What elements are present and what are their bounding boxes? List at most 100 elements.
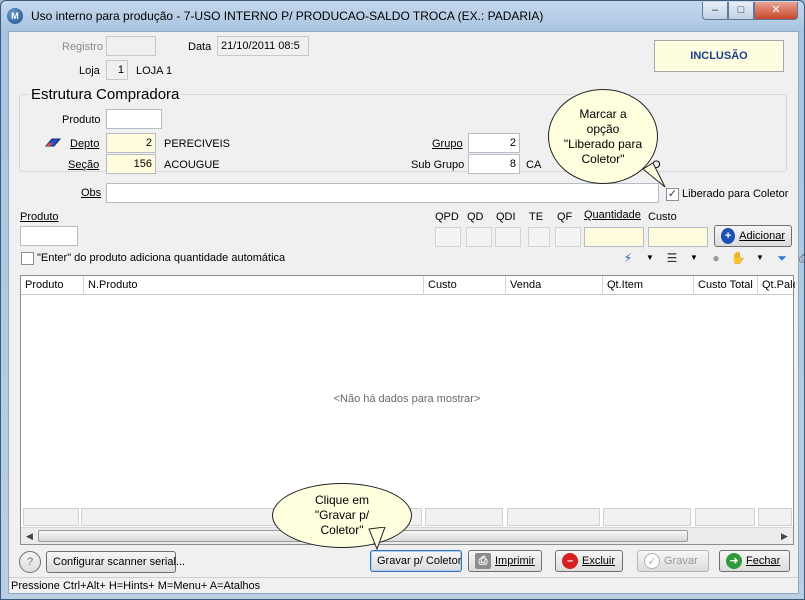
- te-field: [528, 227, 550, 247]
- qpd-field: [435, 227, 461, 247]
- maximize-button[interactable]: □: [728, 2, 754, 20]
- empty-message: <Não há dados para mostrar>: [333, 393, 481, 405]
- qf-label: QF: [557, 211, 573, 223]
- delete-icon: –: [562, 553, 578, 569]
- secao-label: Seção: [68, 159, 100, 171]
- loja-label: Loja: [79, 65, 100, 77]
- footer-cell: [507, 508, 600, 526]
- col-custo-total[interactable]: Custo Total: [694, 276, 758, 295]
- callout-liberado-text: Marcar a opção "Liberado para Coletor": [563, 106, 643, 166]
- obs-field[interactable]: [106, 183, 659, 203]
- col-venda[interactable]: Venda: [506, 276, 603, 295]
- chevron-down-icon[interactable]: ▼: [751, 250, 769, 266]
- registro-field: [106, 36, 156, 56]
- gravar-button[interactable]: ✓ Gravar: [637, 550, 709, 572]
- produto-field[interactable]: [106, 109, 162, 129]
- loja-code-field: 1: [106, 60, 128, 80]
- filter-icon[interactable]: ⏷: [773, 250, 791, 266]
- qf-field: [555, 227, 581, 247]
- mode-badge: INCLUSÃO: [654, 40, 784, 72]
- custo-field[interactable]: [648, 227, 708, 247]
- grid-toolbar: ⚡ ▼ ☰ ▼ ● ✋ ▼ ⏷ ⎙: [619, 250, 804, 266]
- imprimir-label: Imprimir: [495, 555, 535, 567]
- callout-liberado-pointer: [642, 162, 666, 188]
- loja-name: LOJA 1: [136, 65, 173, 77]
- subgrupo-label: Sub Grupo: [411, 159, 465, 171]
- estrutura-title: Estrutura Compradora: [29, 86, 182, 103]
- chevron-down-icon[interactable]: ▼: [641, 250, 659, 266]
- grupo-label: Grupo: [432, 138, 463, 150]
- footer-cell: [425, 508, 503, 526]
- te-label: TE: [529, 211, 544, 223]
- imprimir-button[interactable]: ⎙ Imprimir: [468, 550, 542, 572]
- horizontal-scrollbar[interactable]: ◀ ▶: [21, 527, 793, 544]
- subgrupo-name-start: CA: [526, 159, 542, 171]
- callout-gravar-pointer: [368, 527, 386, 551]
- adicionar-button[interactable]: + Adicionar: [714, 225, 792, 247]
- enter-auto-checkbox[interactable]: [21, 252, 34, 265]
- gravar-label: Gravar: [664, 555, 698, 567]
- secao-code-field[interactable]: 156: [106, 154, 156, 174]
- custo-label: Custo: [648, 211, 677, 223]
- plus-icon: +: [721, 228, 736, 244]
- excluir-label: Excluir: [582, 555, 616, 567]
- footer-cell: [23, 508, 79, 526]
- entry-produto-label: Produto: [20, 211, 59, 223]
- list-icon[interactable]: ☰: [663, 250, 681, 266]
- scroll-right-icon[interactable]: ▶: [777, 529, 792, 543]
- col-produto[interactable]: Produto: [21, 276, 84, 295]
- close-button[interactable]: ✕: [754, 2, 798, 20]
- depto-name: PERECIVEIS: [164, 138, 231, 150]
- hand-icon[interactable]: ✋: [729, 250, 747, 266]
- qd-label: QD: [467, 211, 484, 223]
- data-label: Data: [188, 41, 212, 53]
- quantidade-label: Quantidade: [584, 209, 641, 221]
- subgrupo-code-field[interactable]: 8: [468, 154, 520, 174]
- excluir-button[interactable]: – Excluir: [555, 550, 623, 572]
- grupo-code-field[interactable]: 2: [468, 133, 520, 153]
- qd-field: [466, 227, 492, 247]
- scroll-left-icon[interactable]: ◀: [22, 529, 37, 543]
- fechar-label: Fechar: [746, 555, 781, 567]
- help-button[interactable]: ?: [19, 551, 41, 573]
- secao-name: ACOUGUE: [164, 159, 220, 171]
- col-qt-item[interactable]: Qt.Item: [603, 276, 694, 295]
- col-custo[interactable]: Custo: [424, 276, 506, 295]
- depto-code-field[interactable]: 2: [106, 133, 156, 153]
- depto-label: Depto: [70, 138, 100, 150]
- eraser-icon[interactable]: [44, 138, 62, 148]
- gravar-coletor-button[interactable]: Gravar p/ Coletor: [370, 550, 462, 572]
- entry-produto-field[interactable]: [20, 226, 78, 246]
- registro-label: Registro: [62, 41, 103, 53]
- fechar-button[interactable]: ➜ Fechar: [719, 550, 790, 572]
- arrow-icon: ➜: [726, 553, 742, 569]
- qdi-label: QDI: [496, 211, 516, 223]
- chevron-down-icon[interactable]: ▼: [685, 250, 703, 266]
- footer-cell: [695, 508, 755, 526]
- adicionar-label: Adicionar: [739, 230, 785, 242]
- minimize-button[interactable]: –: [702, 2, 728, 20]
- configurar-scanner-button[interactable]: Configurar scanner serial...: [46, 551, 185, 573]
- obs-label: Obs: [81, 187, 102, 199]
- qpd-label: QPD: [435, 211, 459, 223]
- circle-icon[interactable]: ●: [707, 250, 725, 266]
- window-title: Uso interno para produção - 7-USO INTERN…: [31, 9, 544, 23]
- callout-gravar: Clique em "Gravar p/ Coletor": [272, 483, 412, 548]
- quantidade-field[interactable]: [584, 227, 644, 247]
- produto-label: Produto: [62, 114, 101, 126]
- print-settings-icon[interactable]: ⎙: [795, 250, 804, 266]
- app-window: M Uso interno para produção - 7-USO INTE…: [0, 0, 805, 600]
- title-bar[interactable]: M Uso interno para produção - 7-USO INTE…: [1, 1, 804, 31]
- col-n-produto[interactable]: N.Produto: [84, 276, 424, 295]
- col-qt-palet[interactable]: Qt.Palet: [758, 276, 795, 295]
- printer-icon: ⎙: [475, 553, 491, 569]
- enter-auto-label[interactable]: "Enter" do produto adiciona quantidade a…: [37, 252, 285, 264]
- hierarchy-icon[interactable]: ⚡: [619, 250, 637, 266]
- window-controls: – □ ✕: [702, 2, 798, 20]
- qdi-field: [495, 227, 521, 247]
- data-field: 21/10/2011 08:5: [217, 36, 309, 56]
- grid-header: Produto N.Produto Custo Venda Qt.Item Cu…: [21, 276, 795, 295]
- app-icon: M: [7, 8, 23, 24]
- liberado-coletor-label[interactable]: Liberado para Coletor: [682, 188, 788, 200]
- footer-cell: [758, 508, 792, 526]
